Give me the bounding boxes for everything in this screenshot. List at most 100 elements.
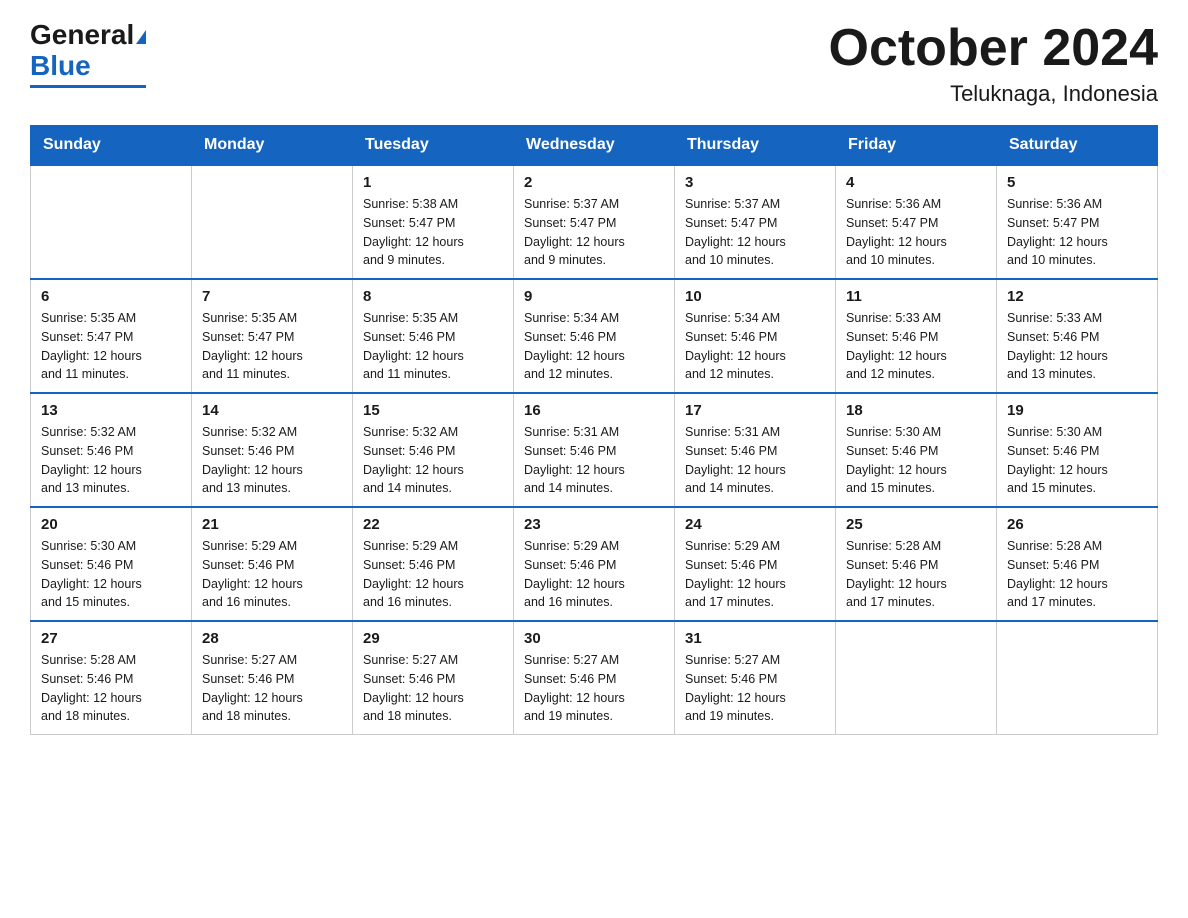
day-info: Sunrise: 5:30 AM Sunset: 5:46 PM Dayligh…	[1007, 423, 1147, 498]
day-number: 26	[1007, 516, 1147, 533]
week-row-3: 13 Sunrise: 5:32 AM Sunset: 5:46 PM Dayli…	[31, 393, 1158, 507]
logo: General Blue	[30, 20, 146, 88]
calendar-cell: 10 Sunrise: 5:34 AM Sunset: 5:46 PM Dayli…	[675, 279, 836, 393]
calendar-header-row: SundayMondayTuesdayWednesdayThursdayFrid…	[31, 126, 1158, 166]
calendar-cell: 22 Sunrise: 5:29 AM Sunset: 5:46 PM Dayli…	[353, 507, 514, 621]
main-title: October 2024	[829, 20, 1159, 77]
calendar-cell: 8 Sunrise: 5:35 AM Sunset: 5:46 PM Daylig…	[353, 279, 514, 393]
day-number: 22	[363, 516, 503, 533]
day-number: 14	[202, 402, 342, 419]
calendar-cell: 19 Sunrise: 5:30 AM Sunset: 5:46 PM Dayli…	[997, 393, 1158, 507]
calendar-cell: 29Sunrise: 5:27 AM Sunset: 5:46 PM Dayli…	[353, 621, 514, 735]
day-info: Sunrise: 5:35 AM Sunset: 5:47 PM Dayligh…	[202, 309, 342, 384]
header-saturday: Saturday	[997, 126, 1158, 166]
logo-general: General	[30, 19, 134, 50]
header-friday: Friday	[836, 126, 997, 166]
logo-triangle-icon	[136, 30, 146, 44]
day-info: Sunrise: 5:31 AM Sunset: 5:46 PM Dayligh…	[524, 423, 664, 498]
day-number: 9	[524, 288, 664, 305]
calendar-cell: 20Sunrise: 5:30 AM Sunset: 5:46 PM Dayli…	[31, 507, 192, 621]
day-number: 11	[846, 288, 986, 305]
day-info: Sunrise: 5:37 AM Sunset: 5:47 PM Dayligh…	[685, 195, 825, 270]
day-number: 23	[524, 516, 664, 533]
day-number: 18	[846, 402, 986, 419]
day-info: Sunrise: 5:28 AM Sunset: 5:46 PM Dayligh…	[846, 537, 986, 612]
day-number: 6	[41, 288, 181, 305]
day-info: Sunrise: 5:32 AM Sunset: 5:46 PM Dayligh…	[202, 423, 342, 498]
day-number: 16	[524, 402, 664, 419]
day-info: Sunrise: 5:30 AM Sunset: 5:46 PM Dayligh…	[846, 423, 986, 498]
day-number: 24	[685, 516, 825, 533]
calendar-cell: 31 Sunrise: 5:27 AM Sunset: 5:46 PM Dayli…	[675, 621, 836, 735]
day-info: Sunrise: 5:27 AM Sunset: 5:46 PM Dayligh…	[685, 651, 825, 726]
day-number: 19	[1007, 402, 1147, 419]
day-number: 13	[41, 402, 181, 419]
day-info: Sunrise: 5:33 AM Sunset: 5:46 PM Dayligh…	[1007, 309, 1147, 384]
day-number: 28	[202, 630, 342, 647]
calendar-cell: 4 Sunrise: 5:36 AM Sunset: 5:47 PM Daylig…	[836, 165, 997, 279]
calendar-cell	[192, 165, 353, 279]
calendar-cell: 1Sunrise: 5:38 AM Sunset: 5:47 PM Daylig…	[353, 165, 514, 279]
day-info: Sunrise: 5:27 AM Sunset: 5:46 PM Dayligh…	[363, 651, 503, 726]
calendar-cell: 18 Sunrise: 5:30 AM Sunset: 5:46 PM Dayli…	[836, 393, 997, 507]
calendar-cell: 23 Sunrise: 5:29 AM Sunset: 5:46 PM Dayli…	[514, 507, 675, 621]
day-number: 2	[524, 174, 664, 191]
day-number: 21	[202, 516, 342, 533]
calendar-cell: 15Sunrise: 5:32 AM Sunset: 5:46 PM Dayli…	[353, 393, 514, 507]
day-number: 8	[363, 288, 503, 305]
day-info: Sunrise: 5:34 AM Sunset: 5:46 PM Dayligh…	[685, 309, 825, 384]
calendar-cell: 9Sunrise: 5:34 AM Sunset: 5:46 PM Daylig…	[514, 279, 675, 393]
logo-text: General Blue	[30, 20, 146, 82]
week-row-1: 1Sunrise: 5:38 AM Sunset: 5:47 PM Daylig…	[31, 165, 1158, 279]
logo-blue: Blue	[30, 50, 91, 81]
day-info: Sunrise: 5:32 AM Sunset: 5:46 PM Dayligh…	[41, 423, 181, 498]
calendar-cell: 28Sunrise: 5:27 AM Sunset: 5:46 PM Dayli…	[192, 621, 353, 735]
calendar-cell	[836, 621, 997, 735]
day-info: Sunrise: 5:35 AM Sunset: 5:47 PM Dayligh…	[41, 309, 181, 384]
day-info: Sunrise: 5:29 AM Sunset: 5:46 PM Dayligh…	[524, 537, 664, 612]
header-monday: Monday	[192, 126, 353, 166]
calendar-cell: 11 Sunrise: 5:33 AM Sunset: 5:46 PM Dayli…	[836, 279, 997, 393]
day-number: 30	[524, 630, 664, 647]
calendar-cell: 6 Sunrise: 5:35 AM Sunset: 5:47 PM Daylig…	[31, 279, 192, 393]
header-sunday: Sunday	[31, 126, 192, 166]
week-row-2: 6 Sunrise: 5:35 AM Sunset: 5:47 PM Daylig…	[31, 279, 1158, 393]
day-info: Sunrise: 5:36 AM Sunset: 5:47 PM Dayligh…	[1007, 195, 1147, 270]
calendar-cell: 13 Sunrise: 5:32 AM Sunset: 5:46 PM Dayli…	[31, 393, 192, 507]
week-row-5: 27 Sunrise: 5:28 AM Sunset: 5:46 PM Dayli…	[31, 621, 1158, 735]
day-info: Sunrise: 5:29 AM Sunset: 5:46 PM Dayligh…	[685, 537, 825, 612]
calendar-table: SundayMondayTuesdayWednesdayThursdayFrid…	[30, 125, 1158, 735]
day-info: Sunrise: 5:28 AM Sunset: 5:46 PM Dayligh…	[41, 651, 181, 726]
day-info: Sunrise: 5:29 AM Sunset: 5:46 PM Dayligh…	[202, 537, 342, 612]
day-info: Sunrise: 5:37 AM Sunset: 5:47 PM Dayligh…	[524, 195, 664, 270]
calendar-cell: 5 Sunrise: 5:36 AM Sunset: 5:47 PM Daylig…	[997, 165, 1158, 279]
day-number: 5	[1007, 174, 1147, 191]
day-info: Sunrise: 5:29 AM Sunset: 5:46 PM Dayligh…	[363, 537, 503, 612]
calendar-cell: 12Sunrise: 5:33 AM Sunset: 5:46 PM Dayli…	[997, 279, 1158, 393]
logo-line	[30, 85, 146, 88]
day-number: 27	[41, 630, 181, 647]
day-number: 4	[846, 174, 986, 191]
week-row-4: 20Sunrise: 5:30 AM Sunset: 5:46 PM Dayli…	[31, 507, 1158, 621]
calendar-cell: 3Sunrise: 5:37 AM Sunset: 5:47 PM Daylig…	[675, 165, 836, 279]
day-info: Sunrise: 5:30 AM Sunset: 5:46 PM Dayligh…	[41, 537, 181, 612]
day-number: 7	[202, 288, 342, 305]
day-number: 15	[363, 402, 503, 419]
day-info: Sunrise: 5:27 AM Sunset: 5:46 PM Dayligh…	[524, 651, 664, 726]
calendar-cell	[31, 165, 192, 279]
day-info: Sunrise: 5:36 AM Sunset: 5:47 PM Dayligh…	[846, 195, 986, 270]
calendar-cell: 16 Sunrise: 5:31 AM Sunset: 5:46 PM Dayli…	[514, 393, 675, 507]
subtitle: Teluknaga, Indonesia	[829, 81, 1159, 107]
day-number: 10	[685, 288, 825, 305]
day-number: 31	[685, 630, 825, 647]
title-area: October 2024 Teluknaga, Indonesia	[829, 20, 1159, 107]
calendar-cell	[997, 621, 1158, 735]
calendar-cell: 2 Sunrise: 5:37 AM Sunset: 5:47 PM Daylig…	[514, 165, 675, 279]
day-info: Sunrise: 5:33 AM Sunset: 5:46 PM Dayligh…	[846, 309, 986, 384]
day-info: Sunrise: 5:35 AM Sunset: 5:46 PM Dayligh…	[363, 309, 503, 384]
header-thursday: Thursday	[675, 126, 836, 166]
day-number: 17	[685, 402, 825, 419]
calendar-cell: 26Sunrise: 5:28 AM Sunset: 5:46 PM Dayli…	[997, 507, 1158, 621]
calendar-cell: 25Sunrise: 5:28 AM Sunset: 5:46 PM Dayli…	[836, 507, 997, 621]
calendar-cell: 27 Sunrise: 5:28 AM Sunset: 5:46 PM Dayli…	[31, 621, 192, 735]
